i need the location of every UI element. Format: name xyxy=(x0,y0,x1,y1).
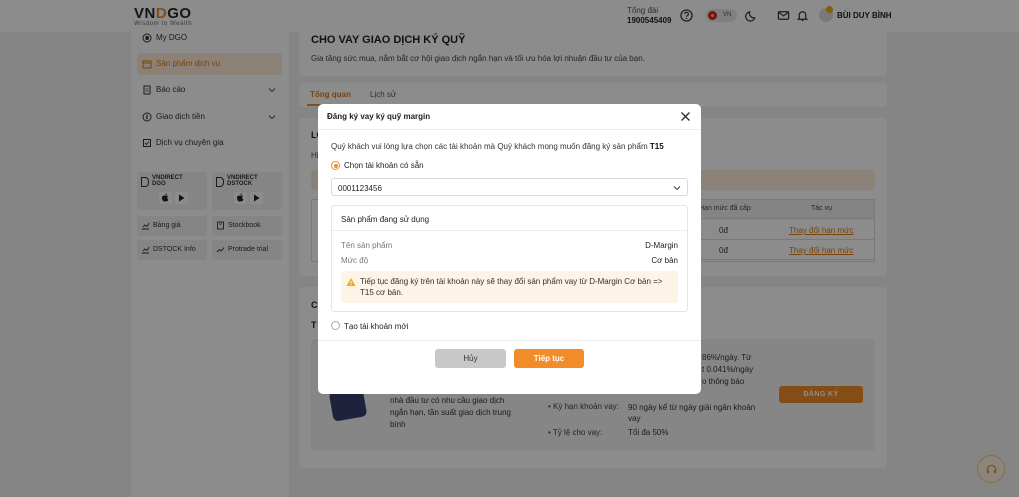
product-name-value: D-Margin xyxy=(645,241,678,250)
cancel-button[interactable]: Hủy xyxy=(435,349,506,368)
dialog-intro: Quý khách vui lòng lựa chọn các tài khoả… xyxy=(331,142,664,151)
close-icon[interactable] xyxy=(680,111,691,122)
radio-new-account[interactable] xyxy=(331,321,340,330)
product-name-label: Tên sản phẩm xyxy=(341,241,393,250)
margin-register-dialog: Đăng ký vay ký quỹ margin Quý khách vui … xyxy=(318,104,701,394)
account-select-value: 0001123456 xyxy=(338,184,382,193)
warning-text: Tiếp tục đăng ký trên tài khoản này sẽ t… xyxy=(360,277,663,297)
radio-existing-account-label[interactable]: Chọn tài khoản có sẵn xyxy=(344,161,424,170)
dialog-header: Đăng ký vay ký quỹ margin xyxy=(318,104,701,130)
product-code: T15 xyxy=(649,142,664,151)
current-product-box: Sản phẩm đang sử dụng Tên sản phẩm D-Mar… xyxy=(331,205,688,312)
radio-existing-account[interactable] xyxy=(331,161,340,170)
current-product-title: Sản phẩm đang sử dụng xyxy=(341,215,430,224)
product-level-label: Mức độ xyxy=(341,256,369,265)
product-level-value: Cơ bản xyxy=(651,256,678,265)
chevron-down-icon xyxy=(673,186,681,191)
continue-button[interactable]: Tiếp tục xyxy=(514,349,584,368)
account-select[interactable]: 0001123456 xyxy=(331,178,688,196)
warning-icon xyxy=(346,278,356,286)
radio-new-account-label[interactable]: Tạo tài khoản mới xyxy=(344,322,408,331)
warning-banner: Tiếp tục đăng ký trên tài khoản này sẽ t… xyxy=(341,271,678,303)
dialog-title: Đăng ký vay ký quỹ margin xyxy=(327,112,431,121)
dialog-divider xyxy=(318,340,701,341)
